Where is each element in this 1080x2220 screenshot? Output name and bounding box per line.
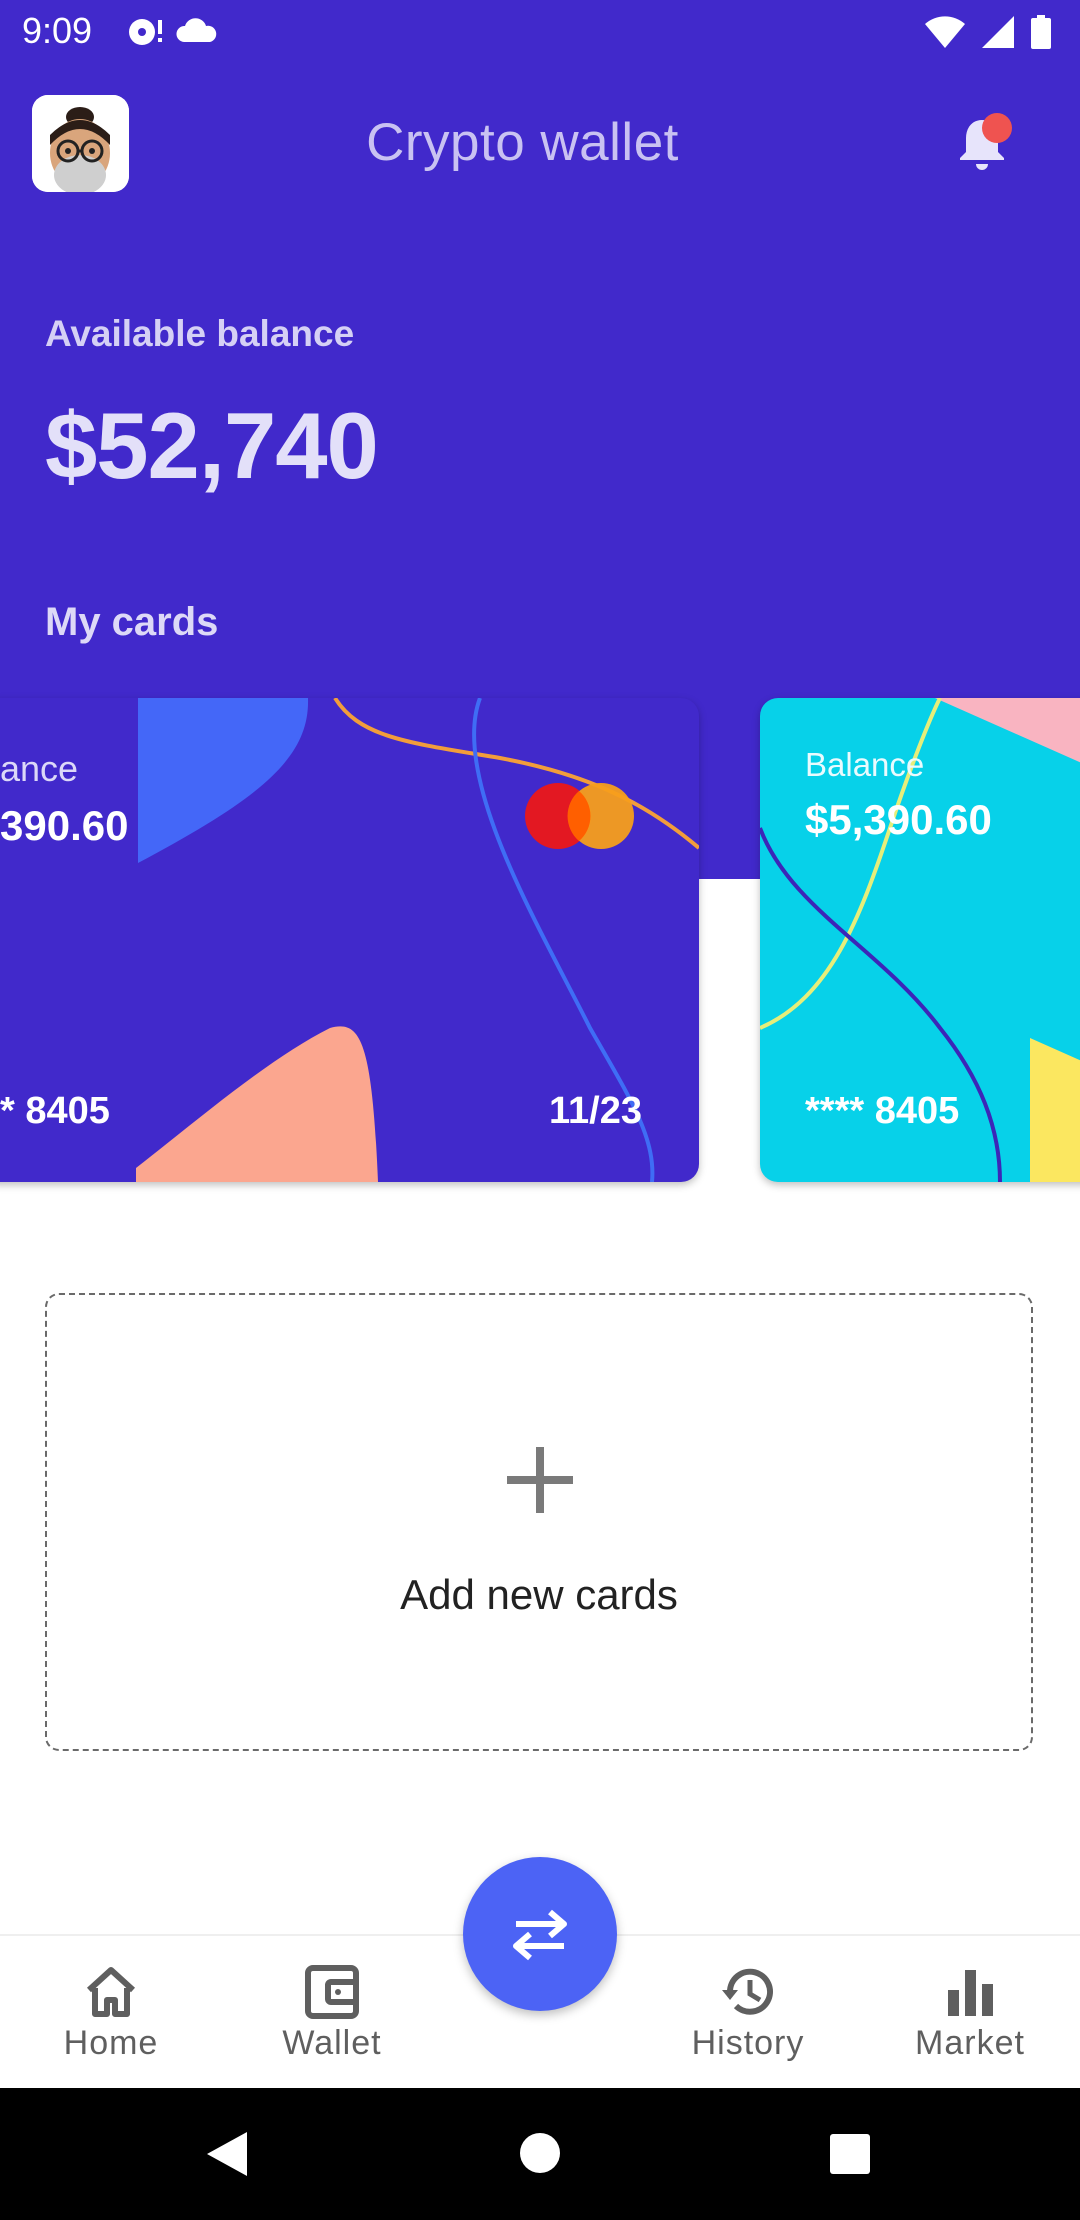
status-time: 9:09 [22,10,93,51]
history-icon [722,1968,773,2015]
wallet-icon [305,1965,359,2019]
media-notification-icon [129,19,162,45]
card-number: * 8405 [0,1090,110,1132]
recents-square-icon[interactable] [830,2134,870,2174]
app-title: Crypto wallet [366,113,679,172]
wifi-icon [925,16,965,48]
card-expiry: 11/23 [549,1090,642,1132]
nav-item-home[interactable]: Home [11,1962,211,2063]
back-icon[interactable] [205,2130,249,2178]
cloud-icon [176,18,217,42]
nav-item-history[interactable]: History [648,1962,848,2063]
bar-chart-icon [948,1970,993,2016]
balance-label: Available balance [45,313,355,354]
signal-icon [982,16,1014,48]
nav-item-wallet[interactable]: Wallet [232,1962,432,2063]
notification-badge [982,113,1012,143]
system-navigation-bar [0,2088,1080,2220]
home-circle-icon[interactable] [519,2132,561,2174]
card-item[interactable]: ance 390.60 * 8405 11/23 [0,698,699,1182]
status-bar: 9:09 [0,0,1080,66]
my-cards-title: My cards [45,600,219,644]
transfer-fab-button[interactable] [463,1857,617,2011]
add-new-card-button[interactable]: Add new cards [45,1293,1033,1751]
card-balance-label: Balance [805,746,925,783]
card-balance-amount: 390.60 [0,802,129,849]
nav-label-wallet: Wallet [282,2024,382,2062]
nav-label-history: History [691,2024,805,2062]
nav-item-market[interactable]: Market [870,1962,1070,2063]
nav-label-home: Home [63,2024,159,2062]
battery-icon [1031,15,1051,49]
plus-icon [507,1447,573,1513]
balance-value: $52,740 [45,393,379,498]
card-balance-label: ance [0,748,79,789]
card-balance-amount: $5,390.60 [805,796,992,843]
add-new-card-label: Add new cards [400,1571,678,1618]
card-item[interactable]: Balance $5,390.60 **** 8405 [760,698,1080,1182]
home-icon [86,1967,136,2017]
swap-arrows-icon [513,1909,567,1961]
nav-label-market: Market [915,2024,1025,2062]
card-number: **** 8405 [805,1090,960,1132]
